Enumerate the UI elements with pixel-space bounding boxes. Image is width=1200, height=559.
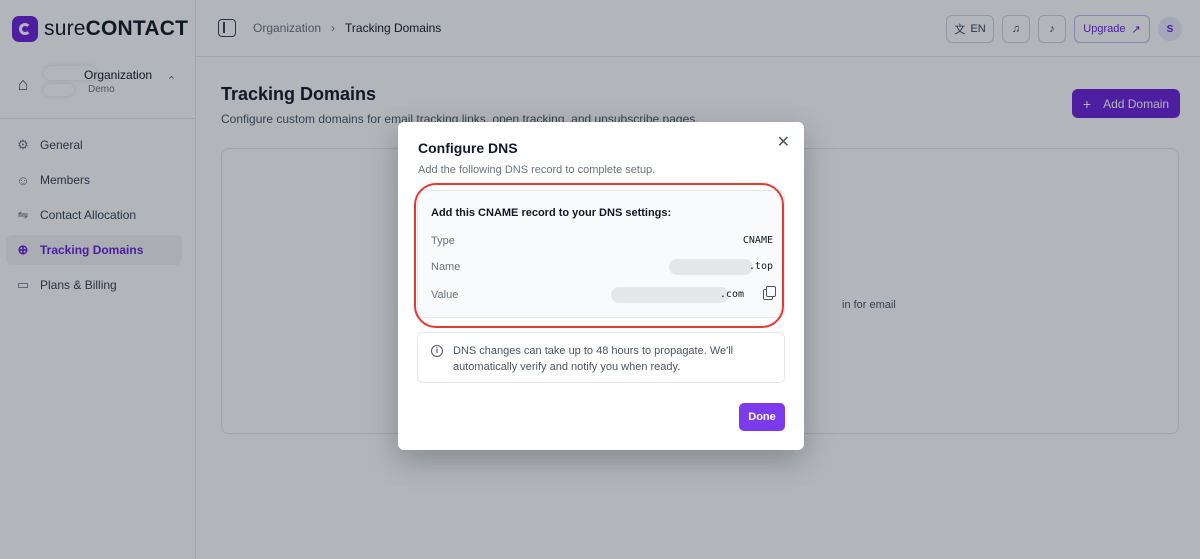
annotation-highlight — [414, 183, 784, 328]
propagation-notice: i DNS changes can take up to 48 hours to… — [417, 332, 785, 383]
close-icon[interactable]: ✕ — [777, 134, 790, 152]
done-button[interactable]: Done — [739, 403, 785, 431]
configure-dns-dialog: Configure DNS ✕ Add the following DNS re… — [398, 122, 804, 450]
dialog-title: Configure DNS — [418, 140, 518, 156]
notice-text: DNS changes can take up to 48 hours to p… — [453, 345, 734, 373]
dialog-subtitle: Add the following DNS record to complete… — [418, 164, 656, 176]
info-icon: i — [431, 345, 443, 357]
